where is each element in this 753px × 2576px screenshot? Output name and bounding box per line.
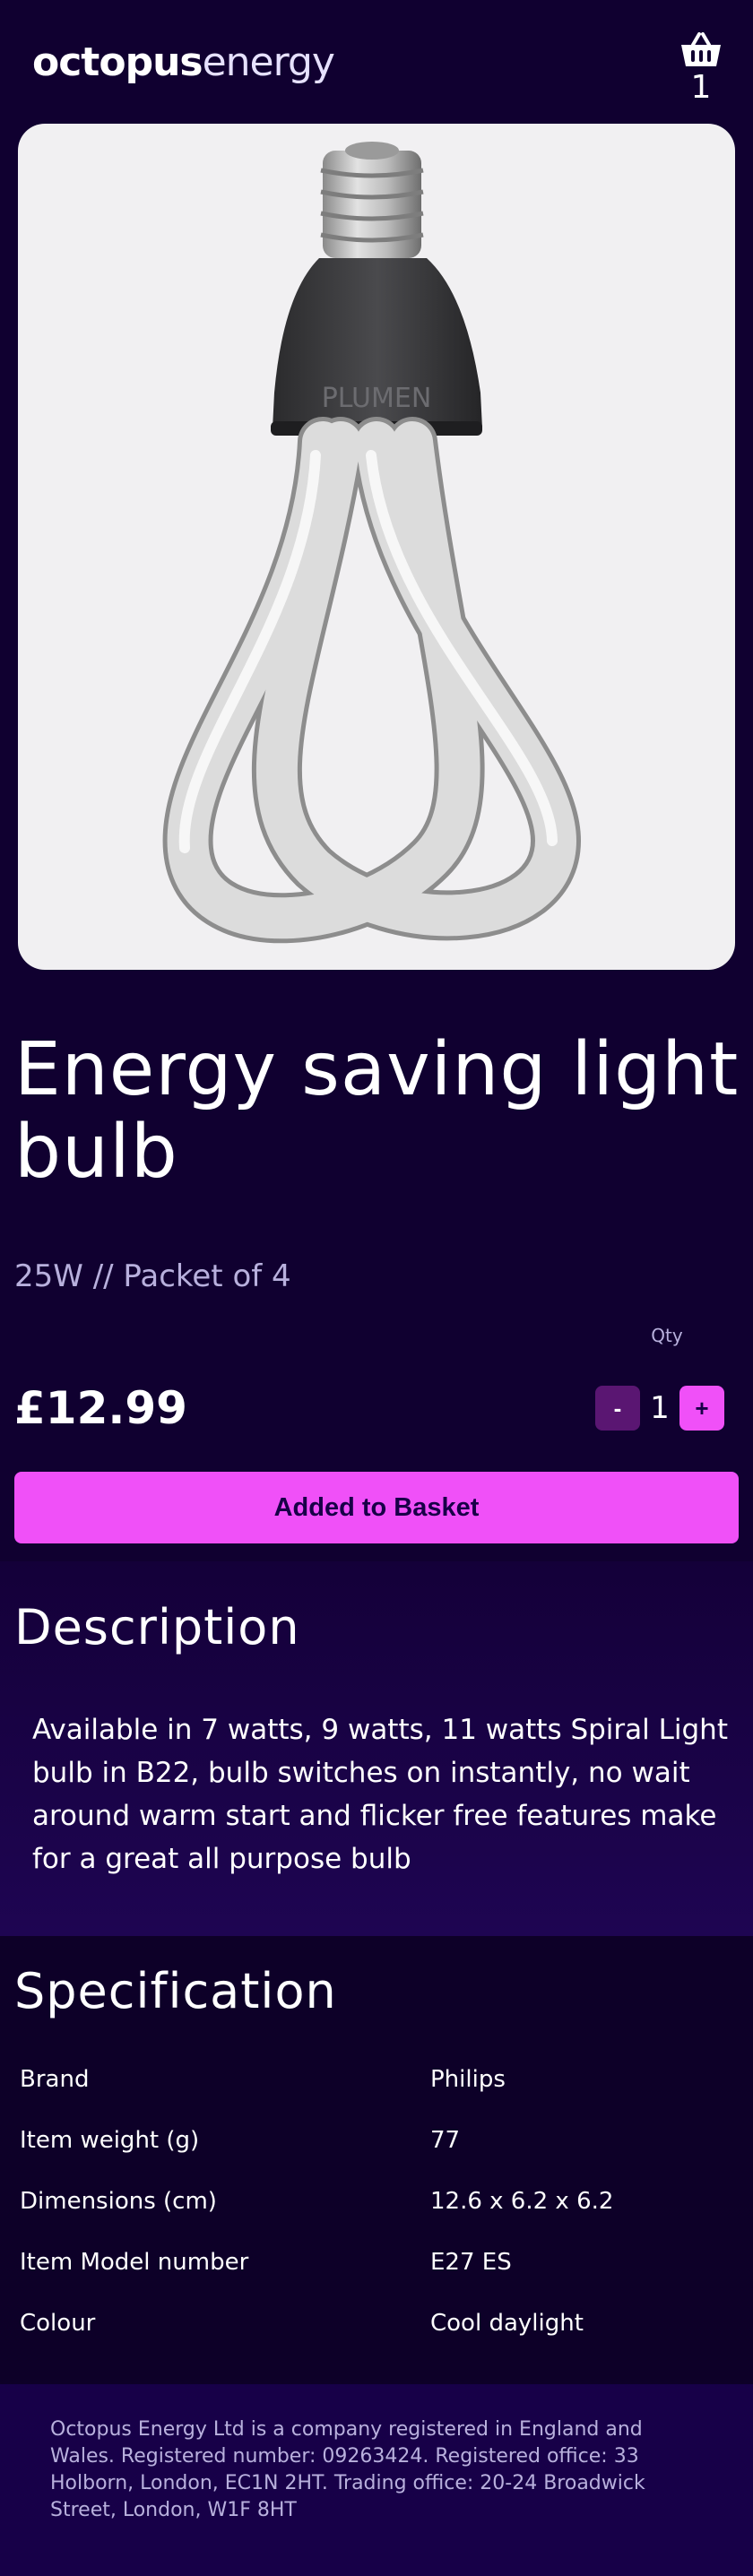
spec-key: Item weight (g) bbox=[20, 2127, 200, 2154]
spec-value: 12.6 x 6.2 x 6.2 bbox=[430, 2188, 614, 2215]
footer-legal-text: Octopus Energy Ltd is a company register… bbox=[50, 2418, 645, 2521]
spec-key: Dimensions (cm) bbox=[20, 2188, 217, 2215]
qty-value[interactable]: 1 bbox=[644, 1386, 676, 1431]
spec-value: Cool daylight bbox=[430, 2310, 584, 2337]
basket-icon bbox=[681, 32, 721, 66]
qty-label: Qty bbox=[651, 1325, 683, 1346]
basket-count: 1 bbox=[690, 69, 712, 106]
light-bulb-image: PLUMEN bbox=[162, 142, 582, 944]
logo-light-text: energy bbox=[202, 39, 335, 85]
spec-key: Item Model number bbox=[20, 2249, 249, 2276]
qty-increase-button[interactable]: + bbox=[679, 1386, 724, 1431]
site-footer: Octopus Energy Ltd is a company register… bbox=[0, 2384, 753, 2576]
site-header: octopusenergy 1 bbox=[0, 0, 753, 117]
qty-decrease-button[interactable]: - bbox=[595, 1386, 640, 1431]
spec-value: Philips bbox=[430, 2066, 506, 2093]
octopus-energy-logo[interactable]: octopusenergy bbox=[32, 36, 335, 90]
spec-row: Dimensions (cm) 12.6 x 6.2 x 6.2 bbox=[0, 2171, 753, 2232]
product-title: Energy saving light bulb bbox=[14, 1027, 740, 1195]
spec-row: Colour Cool daylight bbox=[0, 2293, 753, 2354]
spec-value: 77 bbox=[430, 2127, 461, 2154]
basket-button[interactable]: 1 bbox=[672, 27, 730, 108]
spec-row: Item weight (g) 77 bbox=[0, 2110, 753, 2171]
spec-key: Brand bbox=[20, 2066, 90, 2093]
description-heading: Description bbox=[14, 1599, 300, 1655]
add-to-basket-button[interactable]: Added to Basket bbox=[14, 1472, 739, 1543]
product-image: PLUMEN bbox=[18, 124, 735, 970]
specification-section: Specification Brand Philips Item weight … bbox=[0, 1936, 753, 2384]
spec-value: E27 ES bbox=[430, 2249, 512, 2276]
logo-bold-text: octopus bbox=[32, 39, 203, 85]
spec-key: Colour bbox=[20, 2310, 96, 2337]
product-price: £12.99 bbox=[14, 1382, 187, 1434]
description-text: Available in 7 watts, 9 watts, 11 watts … bbox=[32, 1714, 728, 1875]
description-section: Description Available in 7 watts, 9 watt… bbox=[0, 1561, 753, 1936]
specification-heading: Specification bbox=[14, 1963, 337, 2019]
spec-row: Item Model number E27 ES bbox=[0, 2232, 753, 2293]
product-subtitle: 25W // Packet of 4 bbox=[14, 1258, 291, 1294]
spec-row: Brand Philips bbox=[0, 2049, 753, 2110]
bulb-brand-text: PLUMEN bbox=[322, 383, 432, 414]
